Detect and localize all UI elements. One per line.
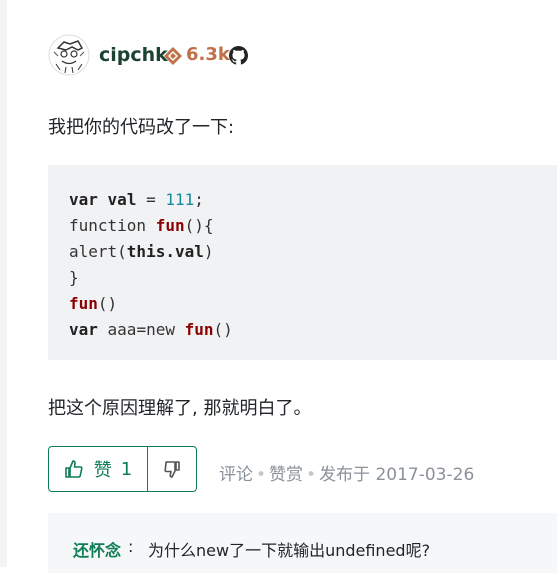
code-line: fun() <box>69 291 557 317</box>
downvote-button[interactable] <box>148 447 196 491</box>
code-line: var aaa=new fun() <box>69 317 557 343</box>
code-token: var <box>69 320 98 339</box>
comment-author[interactable]: 还怀念 <box>73 537 121 561</box>
avatar-sketch-icon <box>48 34 90 76</box>
code-line: } <box>69 265 557 291</box>
comment-item: 还怀念 : 为什么new了一下就输出undefined呢? <box>48 513 557 573</box>
github-icon[interactable] <box>229 46 248 65</box>
author-reputation: 6.3k <box>186 44 230 65</box>
code-token: = <box>136 190 166 209</box>
reputation-diamond-icon <box>164 47 182 65</box>
code-token: fun <box>69 294 98 313</box>
vote-group: 赞 1 <box>48 446 197 492</box>
code-token: ; <box>194 190 204 209</box>
code-token: fun <box>184 320 214 339</box>
code-token: alert( <box>69 242 127 261</box>
code-token: val <box>107 190 137 209</box>
code-line: alert(this.val) <box>69 239 557 265</box>
code-line: function fun(){ <box>69 213 557 239</box>
code-block: var val = 111; function fun(){alert(this.… <box>48 165 557 360</box>
avatar[interactable] <box>48 34 90 76</box>
code-line: var val = 111; <box>69 187 557 213</box>
meta-separator: • <box>256 465 267 485</box>
answer-meta: 评论 • 赞赏 • 发布于 2017-03-26 <box>219 460 474 485</box>
code-token: var <box>69 190 98 209</box>
code-token: (){ <box>184 216 214 235</box>
left-gutter <box>0 0 7 567</box>
reward-link[interactable]: 赞赏 <box>269 465 303 485</box>
upvote-label: 赞 <box>93 460 112 481</box>
comment-text: 为什么new了一下就输出undefined呢? <box>148 541 431 560</box>
thumbs-down-icon <box>164 461 180 478</box>
code-token: () <box>213 320 233 339</box>
code-token: function <box>69 216 156 235</box>
code-token: this.val <box>126 242 204 261</box>
answer-intro: 我把你的代码改了一下: <box>48 117 235 138</box>
comment-link[interactable]: 评论 <box>219 465 253 485</box>
code-token: fun <box>155 216 185 235</box>
answer-conclusion: 把这个原因理解了, 那就明白了。 <box>48 398 312 419</box>
code-token: () <box>97 294 118 313</box>
code-token: ) <box>203 242 214 261</box>
upvote-button[interactable]: 赞 1 <box>49 447 148 491</box>
code-token: } <box>69 268 79 287</box>
author-username[interactable]: cipchk <box>99 44 168 66</box>
publish-date: 发布于 2017-03-26 <box>319 465 475 485</box>
code-token: 111 <box>165 190 195 209</box>
upvote-count: 1 <box>120 458 133 480</box>
thumbs-up-icon <box>64 460 83 478</box>
meta-separator: • <box>306 465 317 485</box>
code-token: aaa=new <box>97 320 185 339</box>
comment-separator: : <box>128 537 134 556</box>
